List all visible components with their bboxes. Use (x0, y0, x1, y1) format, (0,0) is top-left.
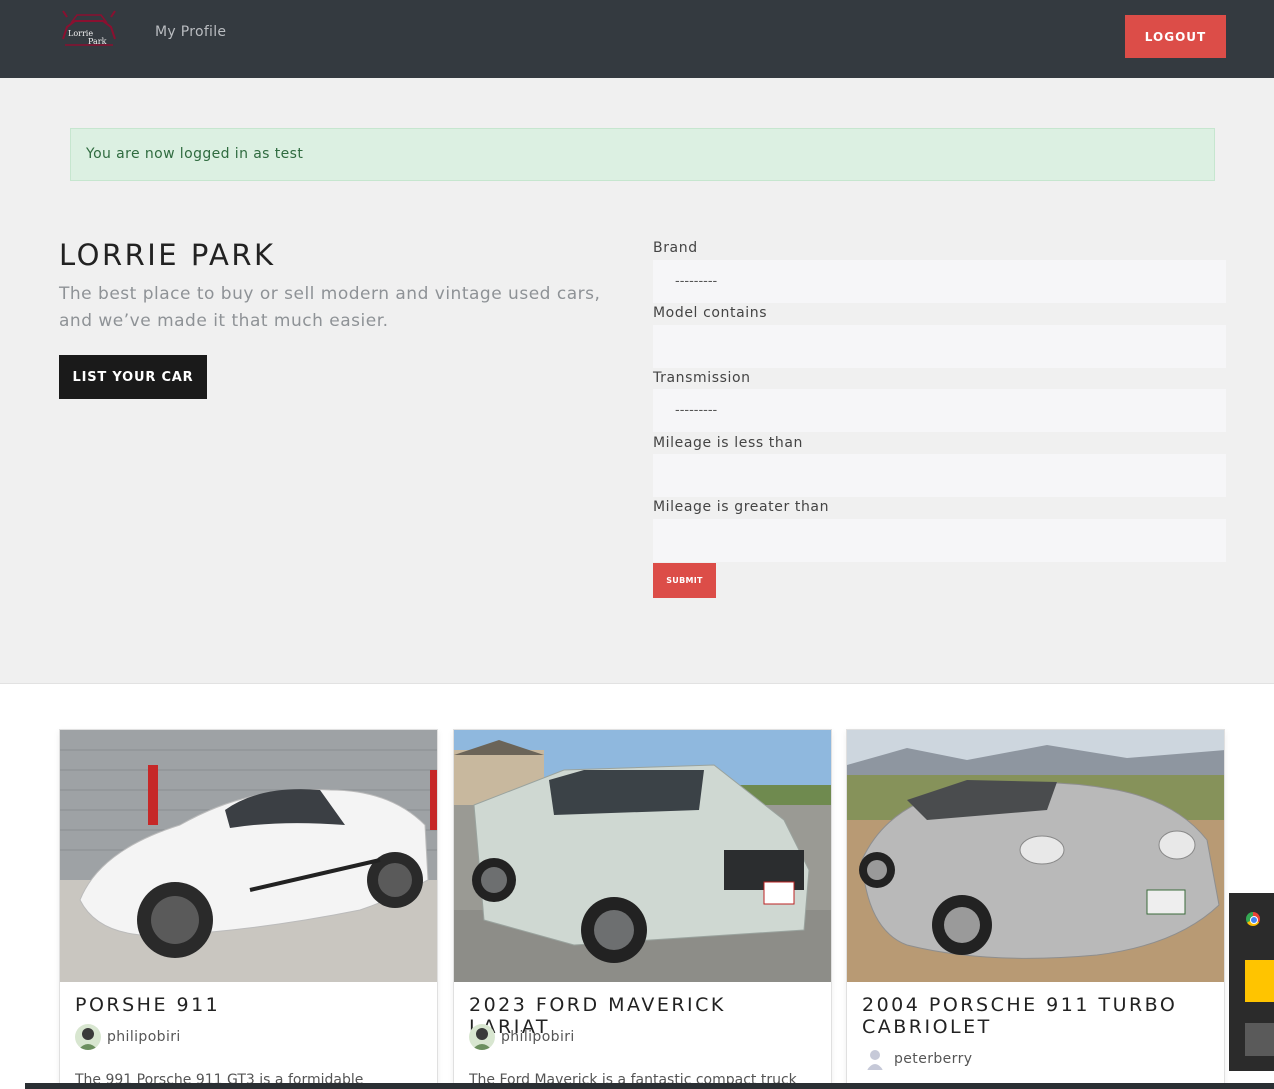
car-author[interactable]: peterberry (862, 1046, 972, 1072)
avatar (469, 1024, 495, 1050)
author-name: peterberry (894, 1051, 973, 1067)
car-author[interactable]: philipobiri (469, 1024, 575, 1050)
logout-button[interactable]: LOGOUT (1125, 15, 1226, 58)
logo-text-line2: Park (88, 37, 107, 46)
car-image[interactable] (454, 730, 831, 982)
popup-secondary-button[interactable] (1245, 1023, 1274, 1056)
car-image[interactable] (847, 730, 1224, 982)
mileage-greater-input[interactable] (653, 519, 1226, 562)
bottom-scrollbar[interactable] (25, 1083, 1274, 1089)
tagline: The best place to buy or sell modern and… (59, 284, 601, 331)
page-title: LORRIE PARK (59, 238, 276, 272)
car-photo-icon (847, 730, 1224, 982)
car-author[interactable]: philipobiri (75, 1024, 181, 1050)
user-avatar-icon (75, 1024, 101, 1050)
car-photo-icon (454, 730, 831, 982)
avatar (75, 1024, 101, 1050)
browser-extension-popup[interactable] (1229, 893, 1274, 1071)
brand-label: Brand (653, 240, 698, 256)
car-image[interactable] (60, 730, 437, 982)
model-input[interactable] (653, 325, 1226, 368)
car-card[interactable]: 2023 FORD MAVERICK LARIAT philipobiri Th… (453, 729, 832, 1089)
brand-select[interactable]: --------- (653, 260, 1226, 303)
user-avatar-icon (469, 1024, 495, 1050)
submit-button[interactable]: SUBMIT (653, 563, 716, 598)
list-your-car-button[interactable]: LIST YOUR CAR (59, 355, 207, 399)
car-title[interactable]: 2004 PORSCHE 911 TURBO CABRIOLET (862, 994, 1207, 1038)
car-title[interactable]: PORSHE 911 (75, 994, 420, 1016)
hero-section: You are now logged in as test LORRIE PAR… (0, 78, 1274, 684)
popup-action-icon[interactable] (1245, 960, 1274, 1002)
transmission-label: Transmission (653, 370, 751, 386)
navbar: Lorrie Park My Profile LOGOUT (0, 0, 1274, 78)
login-alert: You are now logged in as test (70, 128, 1215, 181)
avatar (862, 1046, 888, 1072)
transmission-select[interactable]: --------- (653, 389, 1226, 432)
mileage-less-input[interactable] (653, 454, 1226, 497)
mileage-greater-label: Mileage is greater than (653, 499, 830, 515)
author-name: philipobiri (107, 1029, 181, 1045)
default-user-icon (862, 1046, 888, 1072)
chrome-icon (1246, 912, 1260, 926)
mileage-less-label: Mileage is less than (653, 435, 803, 451)
model-label: Model contains (653, 305, 768, 321)
car-card[interactable]: PORSHE 911 philipobiri The 991 Porsche 9… (59, 729, 438, 1089)
car-photo-icon (60, 730, 437, 982)
author-name: philipobiri (501, 1029, 575, 1045)
nav-my-profile[interactable]: My Profile (155, 24, 226, 40)
site-logo[interactable]: Lorrie Park (57, 9, 121, 49)
car-card[interactable]: 2004 PORSCHE 911 TURBO CABRIOLET peterbe… (846, 729, 1225, 1089)
